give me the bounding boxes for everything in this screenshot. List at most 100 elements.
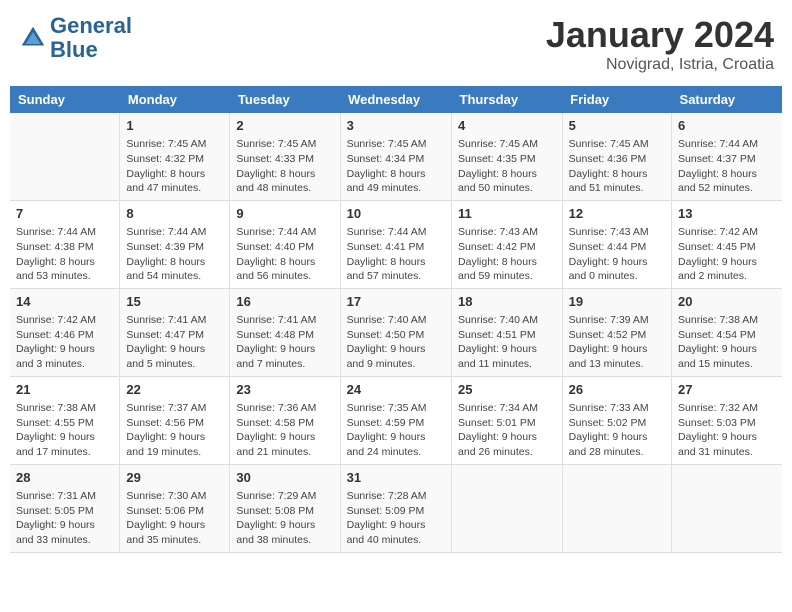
day-info-text: and 28 minutes. — [569, 445, 665, 460]
day-info-text: Daylight: 8 hours — [16, 255, 113, 270]
day-info-text: Daylight: 9 hours — [126, 430, 223, 445]
day-number: 18 — [458, 293, 556, 311]
day-info-text: Sunrise: 7:45 AM — [126, 137, 223, 152]
day-cell: 30Sunrise: 7:29 AMSunset: 5:08 PMDayligh… — [230, 464, 340, 552]
day-info-text: and 15 minutes. — [678, 357, 776, 372]
day-info-text: Sunrise: 7:44 AM — [347, 225, 445, 240]
day-number: 21 — [16, 381, 113, 399]
day-number: 1 — [126, 117, 223, 135]
day-cell: 2Sunrise: 7:45 AMSunset: 4:33 PMDaylight… — [230, 113, 340, 200]
day-info-text: and 35 minutes. — [126, 533, 223, 548]
day-info-text: and 56 minutes. — [236, 269, 333, 284]
day-cell — [10, 113, 120, 200]
day-info-text: Daylight: 9 hours — [16, 518, 113, 533]
day-info-text: Sunrise: 7:37 AM — [126, 401, 223, 416]
location-subtitle: Novigrad, Istria, Croatia — [546, 56, 774, 74]
day-info-text: and 59 minutes. — [458, 269, 556, 284]
day-number: 11 — [458, 205, 556, 223]
day-info-text: Sunset: 4:52 PM — [569, 328, 665, 343]
day-cell: 13Sunrise: 7:42 AMSunset: 4:45 PMDayligh… — [672, 200, 782, 288]
day-info-text: Sunrise: 7:43 AM — [569, 225, 665, 240]
day-info-text: Daylight: 9 hours — [569, 255, 665, 270]
day-number: 19 — [569, 293, 665, 311]
day-info-text: Sunset: 4:40 PM — [236, 240, 333, 255]
day-cell — [562, 464, 671, 552]
day-info-text: Sunset: 5:05 PM — [16, 504, 113, 519]
day-number: 7 — [16, 205, 113, 223]
day-number: 15 — [126, 293, 223, 311]
day-info-text: Daylight: 8 hours — [347, 167, 445, 182]
day-number: 31 — [347, 469, 445, 487]
logo-text: General Blue — [50, 14, 132, 62]
day-info-text: Daylight: 9 hours — [569, 430, 665, 445]
day-info-text: Daylight: 8 hours — [569, 167, 665, 182]
day-cell: 14Sunrise: 7:42 AMSunset: 4:46 PMDayligh… — [10, 288, 120, 376]
day-info-text: Sunrise: 7:43 AM — [458, 225, 556, 240]
day-cell: 19Sunrise: 7:39 AMSunset: 4:52 PMDayligh… — [562, 288, 671, 376]
day-number: 30 — [236, 469, 333, 487]
day-info-text: Sunset: 4:56 PM — [126, 416, 223, 431]
col-header-tuesday: Tuesday — [230, 86, 340, 113]
day-info-text: Sunrise: 7:30 AM — [126, 489, 223, 504]
day-info-text: Sunrise: 7:42 AM — [16, 313, 113, 328]
day-cell: 26Sunrise: 7:33 AMSunset: 5:02 PMDayligh… — [562, 376, 671, 464]
day-info-text: Sunset: 5:01 PM — [458, 416, 556, 431]
day-info-text: Daylight: 9 hours — [678, 430, 776, 445]
day-info-text: Sunset: 4:33 PM — [236, 152, 333, 167]
day-info-text: Sunrise: 7:41 AM — [236, 313, 333, 328]
day-info-text: and 40 minutes. — [347, 533, 445, 548]
day-cell: 5Sunrise: 7:45 AMSunset: 4:36 PMDaylight… — [562, 113, 671, 200]
day-info-text: and 54 minutes. — [126, 269, 223, 284]
day-info-text: Sunrise: 7:40 AM — [458, 313, 556, 328]
day-number: 8 — [126, 205, 223, 223]
day-info-text: Sunset: 4:42 PM — [458, 240, 556, 255]
day-info-text: and 0 minutes. — [569, 269, 665, 284]
day-cell: 15Sunrise: 7:41 AMSunset: 4:47 PMDayligh… — [120, 288, 230, 376]
day-number: 14 — [16, 293, 113, 311]
day-info-text: Sunset: 4:36 PM — [569, 152, 665, 167]
day-info-text: and 31 minutes. — [678, 445, 776, 460]
day-info-text: Sunset: 4:54 PM — [678, 328, 776, 343]
day-info-text: and 24 minutes. — [347, 445, 445, 460]
day-info-text: Daylight: 9 hours — [347, 518, 445, 533]
day-number: 23 — [236, 381, 333, 399]
day-info-text: Sunset: 4:38 PM — [16, 240, 113, 255]
day-cell: 3Sunrise: 7:45 AMSunset: 4:34 PMDaylight… — [340, 113, 451, 200]
day-info-text: and 50 minutes. — [458, 181, 556, 196]
day-info-text: Sunset: 4:58 PM — [236, 416, 333, 431]
day-info-text: Sunrise: 7:44 AM — [236, 225, 333, 240]
day-info-text: and 38 minutes. — [236, 533, 333, 548]
day-info-text: Daylight: 9 hours — [16, 342, 113, 357]
day-info-text: and 21 minutes. — [236, 445, 333, 460]
day-info-text: Sunset: 4:34 PM — [347, 152, 445, 167]
day-info-text: Daylight: 9 hours — [569, 342, 665, 357]
day-cell — [672, 464, 782, 552]
day-cell: 12Sunrise: 7:43 AMSunset: 4:44 PMDayligh… — [562, 200, 671, 288]
col-header-saturday: Saturday — [672, 86, 782, 113]
day-info-text: Sunset: 5:06 PM — [126, 504, 223, 519]
day-info-text: Daylight: 8 hours — [126, 167, 223, 182]
day-info-text: and 49 minutes. — [347, 181, 445, 196]
day-info-text: Sunset: 5:09 PM — [347, 504, 445, 519]
day-info-text: Sunset: 4:51 PM — [458, 328, 556, 343]
day-info-text: Sunrise: 7:44 AM — [126, 225, 223, 240]
day-info-text: and 19 minutes. — [126, 445, 223, 460]
day-number: 28 — [16, 469, 113, 487]
day-number: 17 — [347, 293, 445, 311]
day-info-text: Sunrise: 7:44 AM — [678, 137, 776, 152]
day-cell: 23Sunrise: 7:36 AMSunset: 4:58 PMDayligh… — [230, 376, 340, 464]
day-number: 13 — [678, 205, 776, 223]
page-header: General Blue January 2024 Novigrad, Istr… — [10, 10, 782, 78]
day-info-text: Daylight: 8 hours — [678, 167, 776, 182]
col-header-wednesday: Wednesday — [340, 86, 451, 113]
day-info-text: Daylight: 9 hours — [678, 255, 776, 270]
day-info-text: Sunrise: 7:28 AM — [347, 489, 445, 504]
day-info-text: and 13 minutes. — [569, 357, 665, 372]
calendar-table: SundayMondayTuesdayWednesdayThursdayFrid… — [10, 86, 782, 553]
day-number: 24 — [347, 381, 445, 399]
day-cell: 4Sunrise: 7:45 AMSunset: 4:35 PMDaylight… — [452, 113, 563, 200]
day-cell: 21Sunrise: 7:38 AMSunset: 4:55 PMDayligh… — [10, 376, 120, 464]
day-info-text: Sunrise: 7:38 AM — [16, 401, 113, 416]
day-cell: 20Sunrise: 7:38 AMSunset: 4:54 PMDayligh… — [672, 288, 782, 376]
day-info-text: Daylight: 8 hours — [126, 255, 223, 270]
